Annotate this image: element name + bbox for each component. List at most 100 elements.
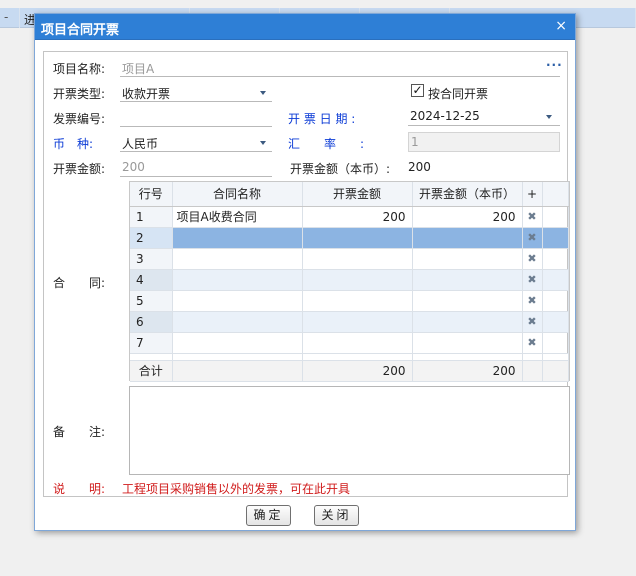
- contract-grid: 行号 合同名称 开票金额 开票金额（本币） + 1 项目A收费合同 200 20…: [129, 181, 570, 382]
- invoice-type-label: 开票类型:: [53, 87, 106, 101]
- currency-underline: [120, 151, 272, 152]
- project-name-field[interactable]: 项目A: [122, 60, 154, 77]
- delete-row-icon[interactable]: ✖: [522, 311, 543, 333]
- table-row[interactable]: 2 ✖: [130, 227, 569, 249]
- amount-local-cell[interactable]: [412, 290, 523, 312]
- dialog-titlebar[interactable]: 项目合同开票 ×: [35, 14, 575, 40]
- amount-field[interactable]: 200: [122, 160, 145, 174]
- delete-row-icon[interactable]: ✖: [522, 269, 543, 291]
- filler-cell: [542, 206, 569, 228]
- contract-name-cell[interactable]: 项目A收费合同: [172, 206, 303, 228]
- project-name-underline: [120, 76, 560, 77]
- chevron-down-icon[interactable]: [546, 115, 552, 119]
- total-name-cell: [172, 359, 303, 382]
- col-header-row-no[interactable]: 行号: [130, 182, 173, 207]
- invoice-date-field[interactable]: 2024-12-25: [410, 109, 480, 123]
- amount-local-cell[interactable]: [412, 332, 523, 354]
- by-contract-checkbox[interactable]: ✓: [411, 84, 424, 97]
- amount-local-cell[interactable]: [412, 269, 523, 291]
- row-number: 6: [130, 311, 173, 333]
- amount-local-cell[interactable]: [412, 227, 523, 249]
- table-row[interactable]: 7 ✖: [130, 332, 569, 354]
- filler-cell: [542, 227, 569, 249]
- table-row[interactable]: 1 项目A收费合同 200 200 ✖: [130, 206, 569, 228]
- form-panel: 项目名称: 项目A ··· 开票类型: 收款开票 ✓ 按合同开票 发票编号: 开…: [43, 51, 570, 497]
- total-row: 合计 200 200: [130, 359, 569, 382]
- invoice-no-underline: [120, 126, 272, 127]
- amount-cell[interactable]: 200: [302, 206, 413, 228]
- contract-label: 合 同:: [53, 276, 106, 290]
- delete-row-icon[interactable]: ✖: [522, 227, 543, 249]
- ok-button[interactable]: 确定: [246, 505, 291, 526]
- chevron-down-icon[interactable]: [260, 91, 266, 95]
- amount-cell[interactable]: [302, 332, 413, 354]
- note-text: 工程项目采购销售以外的发票，可在此开具: [122, 482, 351, 496]
- row-number: 3: [130, 248, 173, 270]
- row-number: 4: [130, 269, 173, 291]
- amount-label: 开票金额:: [53, 162, 106, 176]
- delete-row-icon[interactable]: ✖: [522, 248, 543, 270]
- delete-row-icon[interactable]: ✖: [522, 206, 543, 228]
- amount-local-label: 开票金额（本币）:: [290, 162, 391, 176]
- chevron-down-icon[interactable]: [260, 141, 266, 145]
- currency-label: 币 种:: [53, 137, 94, 151]
- project-picker-icon[interactable]: ···: [546, 58, 563, 72]
- table-row[interactable]: 5 ✖: [130, 290, 569, 312]
- amount-local-cell[interactable]: [412, 248, 523, 270]
- filler-cell: [542, 248, 569, 270]
- filler-cell: [542, 269, 569, 291]
- amount-cell[interactable]: [302, 248, 413, 270]
- row-number: 2: [130, 227, 173, 249]
- invoice-date-label: 开 票 日 期 :: [288, 112, 356, 126]
- close-icon[interactable]: ×: [555, 18, 567, 34]
- amount-local-value: 200: [408, 160, 431, 174]
- add-row-button[interactable]: +: [522, 182, 543, 207]
- exchange-rate-label: 汇 率 :: [288, 137, 365, 151]
- amount-cell[interactable]: [302, 311, 413, 333]
- filler-cell: [542, 290, 569, 312]
- currency-select[interactable]: 人民币: [122, 135, 158, 152]
- invoice-type-underline: [120, 101, 272, 102]
- table-row[interactable]: 4 ✖: [130, 269, 569, 291]
- col-header-contract-name[interactable]: 合同名称: [172, 182, 303, 207]
- memo-textarea[interactable]: [129, 386, 570, 475]
- contract-name-cell[interactable]: [172, 332, 303, 354]
- grid-header-row: 行号 合同名称 开票金额 开票金额（本币） +: [130, 182, 569, 207]
- amount-cell[interactable]: [302, 269, 413, 291]
- exchange-rate-field[interactable]: 1: [408, 132, 560, 152]
- contract-name-cell[interactable]: [172, 311, 303, 333]
- contract-name-cell[interactable]: [172, 269, 303, 291]
- amount-underline: [120, 176, 272, 177]
- grid-spacer-row: [130, 353, 569, 361]
- filler-cell: [542, 311, 569, 333]
- total-amount: 200: [302, 359, 413, 382]
- invoice-dialog: 项目合同开票 × 项目名称: 项目A ··· 开票类型: 收款开票 ✓ 按合同开…: [34, 13, 576, 531]
- amount-cell[interactable]: [302, 227, 413, 249]
- invoice-date-underline: [408, 125, 560, 126]
- col-header-amount[interactable]: 开票金额: [302, 182, 413, 207]
- col-header-amount-local[interactable]: 开票金额（本币）: [412, 182, 523, 207]
- total-filler: [542, 359, 569, 382]
- by-contract-label: 按合同开票: [428, 87, 489, 101]
- delete-row-icon[interactable]: ✖: [522, 332, 543, 354]
- total-filler: [522, 359, 543, 382]
- row-number: 7: [130, 332, 173, 354]
- row-number: 1: [130, 206, 173, 228]
- close-button[interactable]: 关闭: [314, 505, 359, 526]
- amount-local-cell[interactable]: [412, 311, 523, 333]
- memo-label: 备 注:: [53, 425, 106, 439]
- background-cell: [0, 8, 20, 28]
- table-row[interactable]: 6 ✖: [130, 311, 569, 333]
- invoice-type-select[interactable]: 收款开票: [122, 85, 170, 102]
- note-label: 说 明:: [53, 482, 106, 496]
- contract-name-cell[interactable]: [172, 290, 303, 312]
- contract-name-cell[interactable]: [172, 248, 303, 270]
- col-header-filler: [542, 182, 569, 207]
- amount-cell[interactable]: [302, 290, 413, 312]
- total-label: 合计: [130, 359, 173, 382]
- amount-local-cell[interactable]: 200: [412, 206, 523, 228]
- contract-name-cell[interactable]: [172, 227, 303, 249]
- table-row[interactable]: 3 ✖: [130, 248, 569, 270]
- row-number: 5: [130, 290, 173, 312]
- delete-row-icon[interactable]: ✖: [522, 290, 543, 312]
